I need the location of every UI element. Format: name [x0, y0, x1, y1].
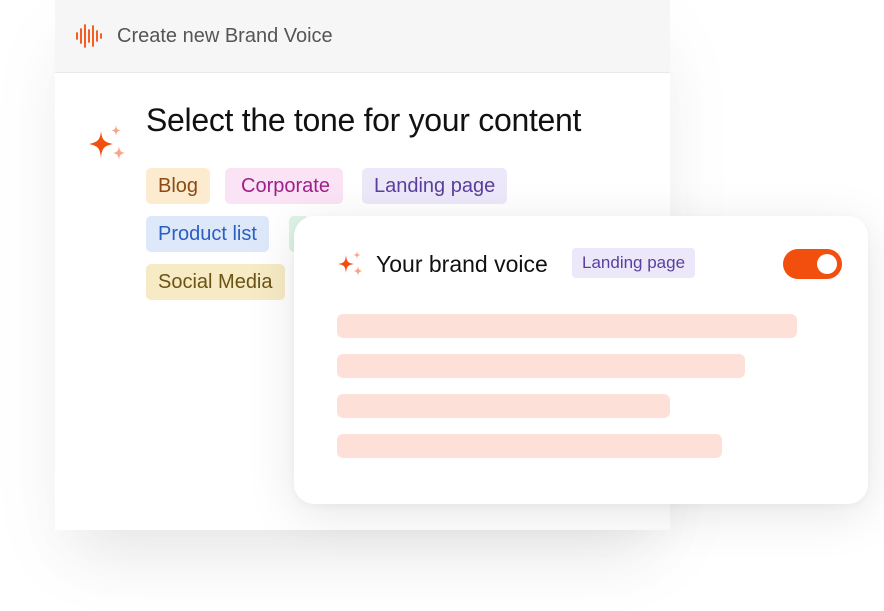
sparkle-icon [338, 251, 363, 276]
brand-voice-card: Your brand voice Landing page [294, 216, 868, 504]
sparkle-icon [89, 125, 125, 160]
brand-voice-toggle[interactable] [783, 249, 842, 279]
skeleton-line [337, 394, 670, 418]
tone-chip-social-media[interactable]: Social Media [146, 264, 285, 300]
card-title: Your brand voice [376, 251, 548, 277]
page-title: Select the tone for your content [146, 102, 582, 138]
tone-badge: Landing page [572, 248, 696, 278]
audio-waveform-icon [76, 24, 102, 48]
skeleton-line [337, 314, 797, 338]
tone-chip-landing-page[interactable]: Landing page [362, 168, 508, 204]
toggle-knob [817, 254, 837, 274]
skeleton-line [337, 354, 745, 378]
tone-chip-corporate[interactable]: Corporate [225, 168, 343, 204]
tone-chip-product-list[interactable]: Product list [146, 216, 269, 252]
tone-chip-blog[interactable]: Blog [146, 168, 211, 204]
panel-header: Create new Brand Voice [55, 0, 670, 73]
skeleton-line [337, 434, 722, 458]
panel-title: Create new Brand Voice [117, 24, 333, 47]
